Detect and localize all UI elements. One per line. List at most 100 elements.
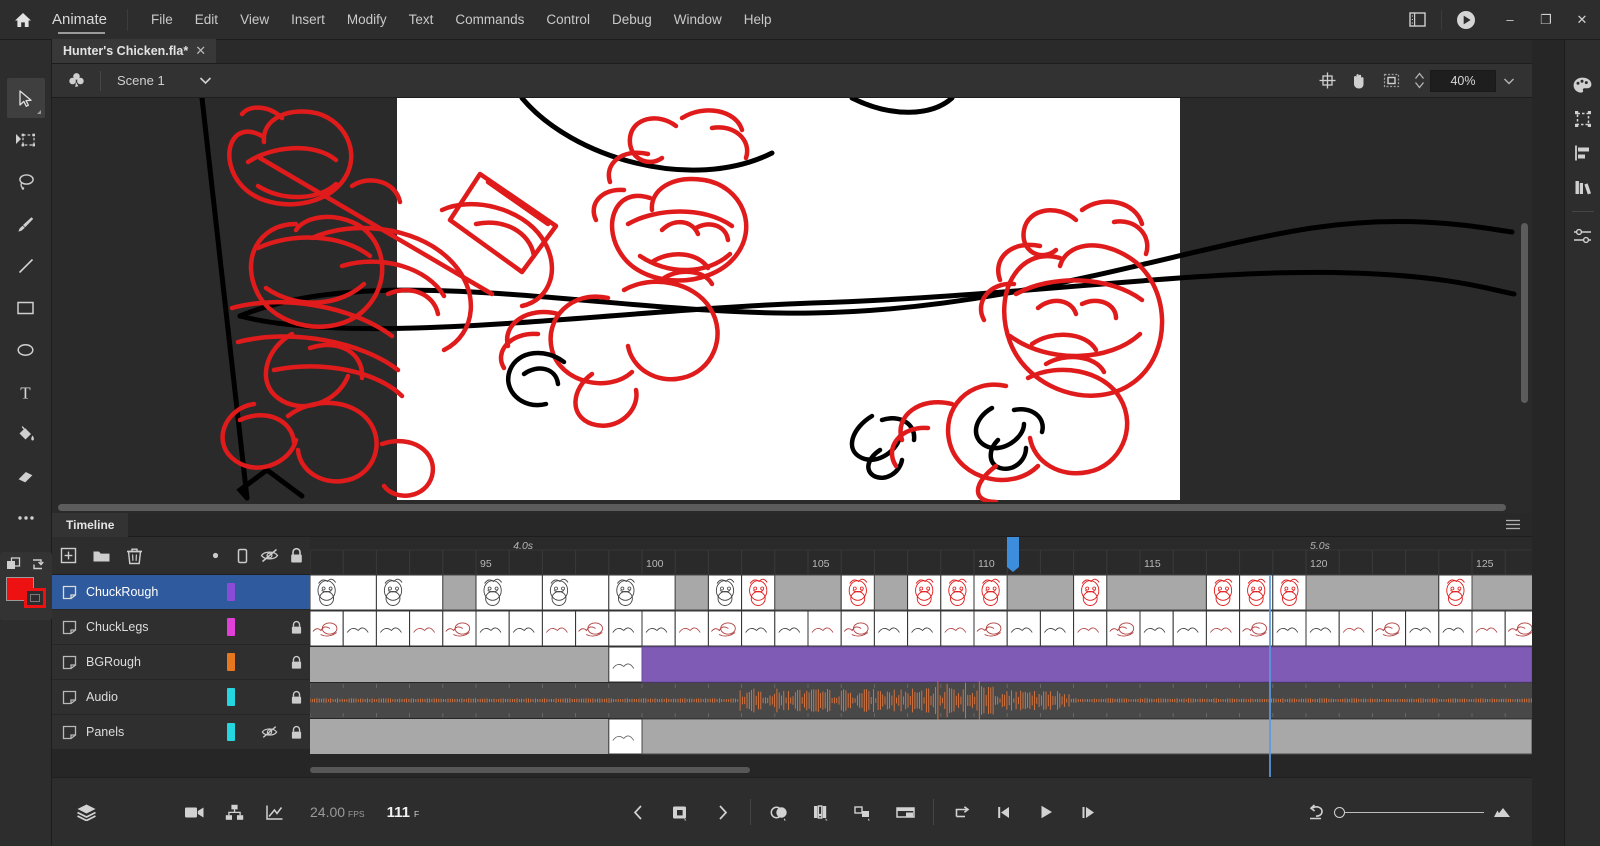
align-icon[interactable] xyxy=(1568,136,1598,170)
menu-item-debug[interactable]: Debug xyxy=(601,6,663,33)
dot-icon[interactable] xyxy=(202,537,229,575)
menu-item-file[interactable]: File xyxy=(140,6,184,33)
onion-skin-button[interactable] xyxy=(759,792,799,832)
scene-selector[interactable]: Scene 1 xyxy=(101,73,224,88)
step-forward-button[interactable] xyxy=(1068,792,1108,832)
fill-stroke-swatches[interactable] xyxy=(4,576,48,612)
timeline-ruler[interactable]: 4.0s 5.0s 95 100 105 110 115 120 125 xyxy=(310,537,1532,575)
rectangle-tool[interactable] xyxy=(7,288,45,328)
duplicate-swatch-icon[interactable] xyxy=(6,557,21,571)
reset-zoom-icon[interactable] xyxy=(1307,804,1326,820)
more-tools-ellipsis-icon[interactable] xyxy=(7,498,45,538)
stage-canvas-area[interactable] xyxy=(52,98,1532,513)
document-tab[interactable]: Hunter's Chicken.fla* ✕ xyxy=(52,39,217,63)
panel-menu-icon[interactable] xyxy=(1506,519,1532,530)
previous-keyframe-button[interactable] xyxy=(618,792,658,832)
camera-icon[interactable] xyxy=(174,792,214,832)
close-button[interactable]: ✕ xyxy=(1564,0,1600,40)
step-backward-button[interactable] xyxy=(984,792,1024,832)
layers-stack-icon[interactable] xyxy=(66,792,106,832)
layer-icon xyxy=(52,585,86,600)
layer-lock-toggle[interactable] xyxy=(283,655,310,670)
menu-item-text[interactable]: Text xyxy=(398,6,445,33)
outline-rect-icon[interactable] xyxy=(229,537,256,575)
lock-icon[interactable] xyxy=(283,537,310,575)
stage-hscroll-thumb[interactable] xyxy=(58,504,1506,511)
layer-color-swatch xyxy=(227,618,235,636)
layer-row-chuckrough[interactable]: ChuckRough xyxy=(52,575,310,610)
insert-keyframe-button[interactable] xyxy=(660,792,700,832)
easing-graph-icon[interactable] xyxy=(254,792,294,832)
line-tool[interactable] xyxy=(7,246,45,286)
timeline-hscroll-thumb[interactable] xyxy=(310,767,750,773)
hand-tool-icon[interactable] xyxy=(1344,68,1374,94)
timeline-body: ChuckRough ChuckLegs BGRough Audio Panel… xyxy=(52,537,1532,777)
menu-item-insert[interactable]: Insert xyxy=(280,6,336,33)
scene-club-icon[interactable] xyxy=(52,71,100,90)
menu-item-commands[interactable]: Commands xyxy=(444,6,535,33)
resize-frames-icon[interactable] xyxy=(1492,805,1514,819)
transform-frame-icon[interactable] xyxy=(1568,102,1598,136)
lasso-tool[interactable] xyxy=(7,162,45,202)
menu-item-help[interactable]: Help xyxy=(733,6,783,33)
layer-row-panels[interactable]: Panels xyxy=(52,715,310,750)
color-palette-icon[interactable] xyxy=(1568,68,1598,102)
restore-button[interactable]: ❐ xyxy=(1528,0,1564,40)
free-transform-tool[interactable] xyxy=(7,120,45,160)
playhead-handle[interactable] xyxy=(1007,537,1020,572)
home-icon[interactable] xyxy=(0,10,46,30)
menu-item-edit[interactable]: Edit xyxy=(184,6,229,33)
minimize-button[interactable]: – xyxy=(1492,0,1528,40)
layer-row-bgrough[interactable]: BGRough xyxy=(52,645,310,680)
stroke-color-swatch[interactable] xyxy=(23,588,46,608)
layer-visibility-toggle[interactable] xyxy=(256,725,283,739)
menu-item-control[interactable]: Control xyxy=(535,6,601,33)
eye-off-icon[interactable] xyxy=(256,537,283,575)
zoom-level-input[interactable]: 40% xyxy=(1430,69,1496,92)
delete-layer-button[interactable] xyxy=(118,537,151,575)
layer-lock-toggle[interactable] xyxy=(283,725,310,740)
zoom-stepper[interactable] xyxy=(1414,72,1425,89)
library-books-icon[interactable] xyxy=(1568,170,1598,204)
modify-onion-markers-button[interactable] xyxy=(885,792,925,832)
menu-item-modify[interactable]: Modify xyxy=(336,6,398,33)
center-stage-icon[interactable] xyxy=(1312,68,1342,94)
sliders-icon[interactable] xyxy=(1568,219,1598,253)
layer-lock-toggle[interactable] xyxy=(283,620,310,635)
zoom-slider-knob[interactable] xyxy=(1334,806,1345,818)
new-layer-button[interactable] xyxy=(52,537,85,575)
loop-button[interactable] xyxy=(942,792,982,832)
tab-timeline[interactable]: Timeline xyxy=(52,512,129,537)
layer-row-audio[interactable]: Audio xyxy=(52,680,310,715)
timeline-zoom-slider[interactable] xyxy=(1334,805,1484,819)
swap-colors-icon[interactable] xyxy=(30,557,45,571)
app-brand-label: Animate xyxy=(46,0,123,40)
zoom-dropdown-chevron-down-icon[interactable] xyxy=(1498,69,1520,93)
oval-tool[interactable] xyxy=(7,330,45,370)
workspace-layout-icon[interactable] xyxy=(1397,0,1437,40)
paint-bucket-tool[interactable] xyxy=(7,414,45,454)
layer-row-chucklegs[interactable]: ChuckLegs xyxy=(52,610,310,645)
chevron-down-icon[interactable] xyxy=(199,76,212,85)
fit-to-stage-icon[interactable] xyxy=(1376,68,1406,94)
fps-display[interactable]: 24.00 FPS xyxy=(310,804,365,820)
new-folder-button[interactable] xyxy=(85,537,118,575)
frame-cells[interactable] xyxy=(310,575,1532,777)
menu-item-view[interactable]: View xyxy=(229,6,280,33)
text-tool[interactable]: T xyxy=(7,372,45,412)
layer-parenting-icon[interactable] xyxy=(214,792,254,832)
selection-tool[interactable] xyxy=(6,78,45,118)
next-keyframe-button[interactable] xyxy=(702,792,742,832)
timeline-frames-area[interactable] xyxy=(310,575,1532,777)
layer-lock-toggle[interactable] xyxy=(283,690,310,705)
eraser-tool[interactable] xyxy=(7,456,45,496)
menu-item-window[interactable]: Window xyxy=(663,6,733,33)
edit-multiple-frames-button[interactable] xyxy=(843,792,883,832)
brush-tool[interactable] xyxy=(7,204,45,244)
play-button[interactable] xyxy=(1026,792,1066,832)
current-frame-display[interactable]: 111 F xyxy=(387,804,420,821)
play-circle-icon[interactable] xyxy=(1446,0,1486,40)
onion-skin-outlines-button[interactable] xyxy=(801,792,841,832)
close-icon[interactable]: ✕ xyxy=(195,43,206,59)
stage-vscroll-thumb[interactable] xyxy=(1521,223,1528,403)
